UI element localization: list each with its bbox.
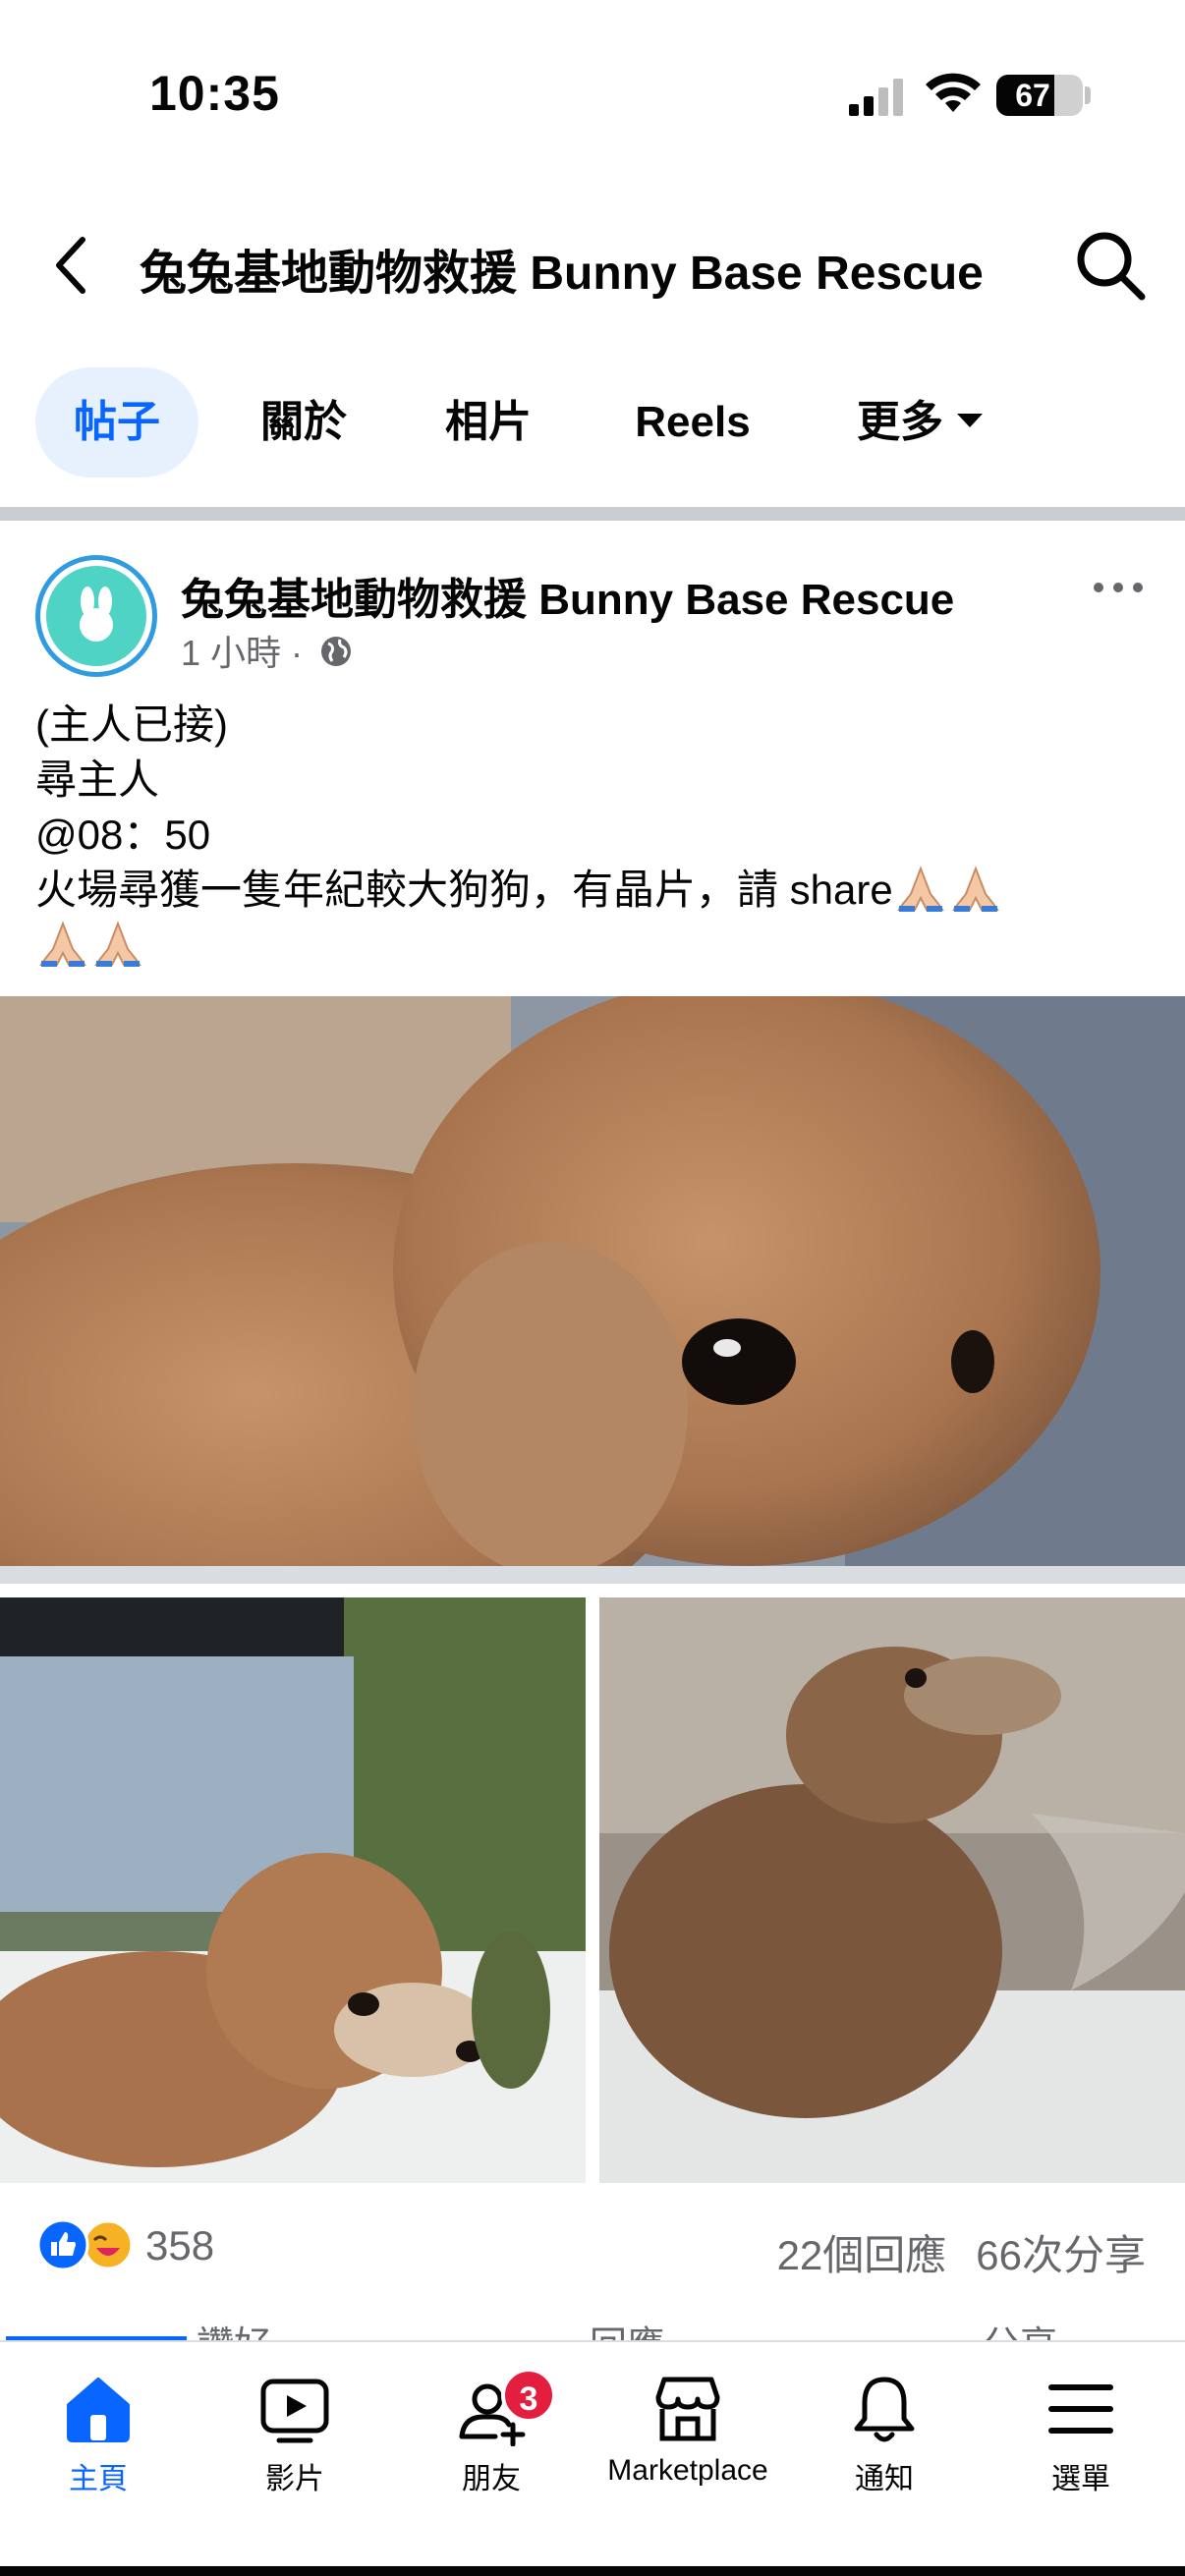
reactions-row: 358 22個回應 66次分享	[0, 2201, 1185, 2289]
battery-tip	[1085, 86, 1091, 104]
caret-down-icon	[957, 414, 983, 428]
tab-more[interactable]: 更多	[831, 367, 1008, 477]
folded-hands-emoji-icon	[951, 866, 999, 912]
rabbit-logo-icon	[80, 587, 113, 642]
dog-photo-main-image	[0, 996, 1185, 1584]
tab-more-label: 更多	[857, 398, 943, 446]
battery-level: 67	[1015, 78, 1050, 113]
meta-separator: ·	[291, 633, 304, 673]
dog-photo-main[interactable]	[0, 996, 1185, 1584]
tabbar-marketplace[interactable]: Marketplace	[590, 2372, 786, 2509]
post-time[interactable]: 1 小時	[181, 633, 281, 673]
tabbar-label: 主頁	[69, 2463, 128, 2495]
home-icon	[67, 2378, 130, 2442]
wifi-icon	[926, 73, 981, 112]
post-header: 兔兔基地動物救援 Bunny Base Rescue 1 小時 ·	[0, 521, 1185, 678]
tabbar-video[interactable]: 影片	[197, 2372, 393, 2509]
back-button[interactable]	[39, 226, 108, 305]
tabbar-label: Marketplace	[607, 2454, 768, 2487]
tab-posts[interactable]: 帖子	[35, 367, 198, 477]
post-line: @08：50	[35, 812, 211, 858]
folded-hands-emoji-icon	[896, 866, 944, 912]
search-icon[interactable]	[1071, 226, 1150, 305]
tabbar-label: 影片	[265, 2463, 324, 2495]
status-time: 10:35	[149, 66, 280, 121]
video-icon	[260, 2379, 329, 2443]
section-divider	[0, 507, 1185, 521]
cellular-signal-icon	[849, 79, 903, 116]
engagement-stats: 22個回應 66次分享	[748, 2222, 1146, 2282]
globe-icon	[321, 637, 352, 667]
avatar[interactable]	[35, 555, 157, 677]
tabbar-label: 朋友	[462, 2463, 521, 2495]
post-author[interactable]: 兔兔基地動物救援 Bunny Base Rescue	[181, 564, 954, 627]
tabbar-menu[interactable]: 選單	[983, 2372, 1179, 2509]
dog-photo-left-image	[0, 1597, 586, 2183]
menu-icon	[1048, 2384, 1113, 2434]
tab-about[interactable]: 關於	[228, 367, 379, 477]
notification-badge: 3	[501, 2368, 556, 2423]
post-line: 尋主人	[35, 756, 160, 803]
post-line-text: 火場尋獲一隻年紀較大狗狗，有晶片，請 share	[35, 867, 893, 913]
folded-hands-emoji-icon	[94, 921, 141, 967]
comment-button[interactable]: 回應	[590, 2315, 664, 2340]
post-line-share: 火場尋獲一隻年紀較大狗狗，有晶片，請 share	[35, 863, 1165, 918]
page-header: 兔兔基地動物救援 Bunny Base Rescue	[0, 196, 1185, 334]
tabbar-friends[interactable]: 3 朋友	[393, 2368, 590, 2509]
dog-photo-right-image	[599, 1597, 1185, 2183]
post-line: (主人已接)	[35, 701, 228, 748]
tabbar-label: 通知	[855, 2463, 914, 2495]
folded-hands-emoji-icon	[39, 921, 86, 967]
post-text: (主人已接) 尋主人 @08：50 火場尋獲一隻年紀較大狗狗，有晶片，請 sha…	[35, 698, 1165, 973]
care-reaction-icon	[83, 2219, 134, 2270]
screen-edge	[0, 2566, 1185, 2576]
bell-icon	[854, 2377, 915, 2442]
tab-reels[interactable]: Reels	[609, 367, 776, 477]
reaction-icons[interactable]	[35, 2218, 138, 2271]
dog-photo-right[interactable]	[599, 1597, 1185, 2183]
share-button[interactable]: 分享	[983, 2315, 1057, 2340]
comments-count[interactable]: 22個回應	[777, 2232, 947, 2278]
shares-count[interactable]: 66次分享	[976, 2232, 1146, 2278]
tab-photos[interactable]: 相片	[413, 367, 564, 477]
battery-icon: 67	[996, 75, 1083, 116]
like-button[interactable]: 讚好	[197, 2315, 271, 2340]
tabbar-notifications[interactable]: 通知	[786, 2372, 983, 2509]
post-action-bar: 讚好 回應 分享	[0, 2297, 1185, 2340]
dog-photo-left[interactable]	[0, 1597, 586, 2183]
reaction-count[interactable]: 358	[145, 2222, 214, 2269]
like-reaction-icon	[36, 2218, 89, 2271]
status-bar: 10:35 67	[0, 0, 1185, 187]
bottom-tab-bar: 主頁 影片 3 朋友 Marketplace 通知 選單	[0, 2340, 1185, 2576]
tabbar-home[interactable]: 主頁	[0, 2372, 197, 2509]
page-title: 兔兔基地動物救援 Bunny Base Rescue	[140, 248, 984, 300]
post-meta: 1 小時 ·	[181, 625, 354, 676]
tabbar-label: 選單	[1051, 2463, 1110, 2495]
profile-tabs: 帖子 關於 相片 Reels 更多	[0, 365, 1185, 479]
marketplace-icon	[655, 2377, 720, 2441]
post-line-emoji	[35, 918, 1165, 973]
more-horizontal-icon[interactable]	[1089, 568, 1148, 607]
